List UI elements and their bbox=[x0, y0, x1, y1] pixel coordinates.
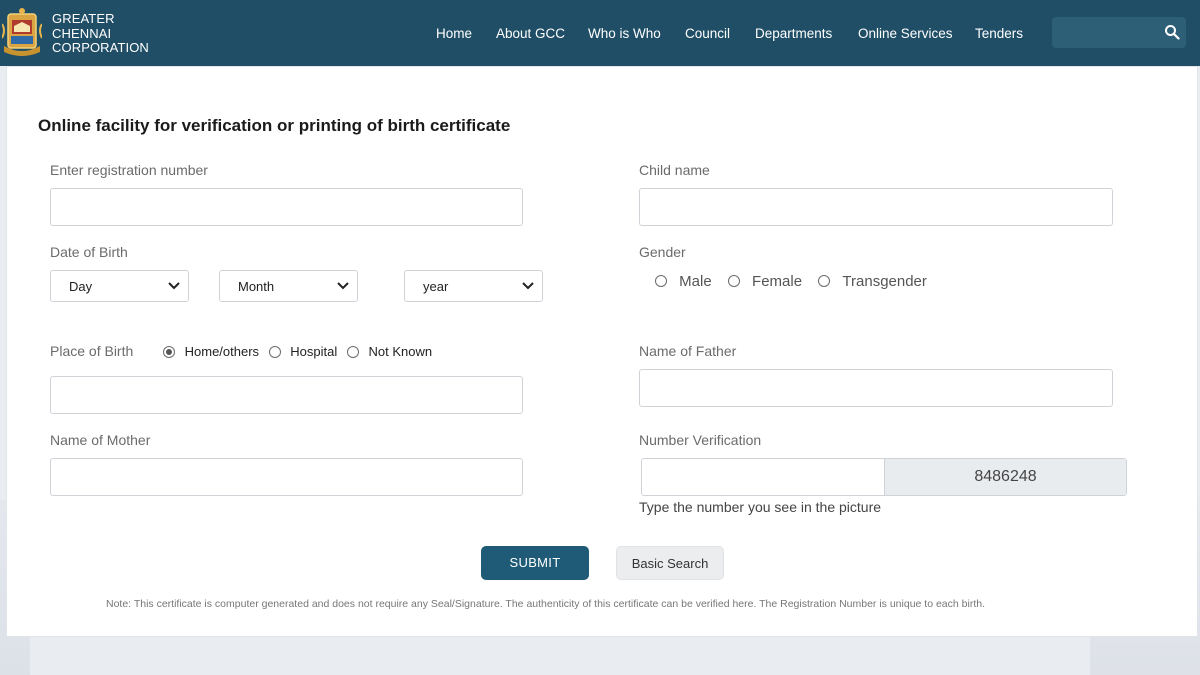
place-radio-home-others[interactable] bbox=[163, 345, 175, 358]
month-select[interactable]: Month bbox=[219, 270, 358, 302]
nav-online-services[interactable]: Online Services bbox=[858, 26, 953, 41]
brand-name[interactable]: GREATER CHENNAI CORPORATION bbox=[52, 11, 149, 56]
nav-home[interactable]: Home bbox=[436, 26, 472, 41]
year-select-value: year bbox=[423, 279, 449, 294]
chevron-down-icon bbox=[168, 282, 180, 290]
gender-female-label: Female bbox=[752, 272, 803, 290]
chevron-down-icon bbox=[337, 282, 349, 290]
day-select-value: Day bbox=[69, 279, 93, 294]
brand-line-3: CORPORATION bbox=[52, 40, 149, 55]
child-name-label: Child name bbox=[639, 162, 710, 178]
date-of-birth-label: Date of Birth bbox=[50, 244, 128, 260]
place-of-birth-radio-group: Home/others Hospital Not Known bbox=[163, 343, 432, 359]
nav-about-gcc[interactable]: About GCC bbox=[496, 26, 565, 41]
registration-number-label: Enter registration number bbox=[50, 162, 208, 178]
captcha-field: 8486248 bbox=[641, 458, 1127, 496]
nav-who-is-who[interactable]: Who is Who bbox=[588, 26, 661, 41]
header-search bbox=[1052, 17, 1186, 48]
place-radio-not-known[interactable] bbox=[346, 345, 359, 358]
place-home-others-label: Home/others bbox=[184, 344, 260, 360]
name-of-mother-input[interactable] bbox=[50, 458, 523, 496]
gcc-emblem-logo[interactable] bbox=[2, 6, 42, 60]
month-select-value: Month bbox=[238, 279, 275, 294]
basic-search-button[interactable]: Basic Search bbox=[616, 546, 724, 580]
brand-line-2: CHENNAI bbox=[52, 25, 112, 41]
registration-number-input[interactable] bbox=[50, 188, 523, 226]
place-hospital-label: Hospital bbox=[290, 344, 338, 360]
chevron-down-icon bbox=[522, 282, 534, 290]
nav-council[interactable]: Council bbox=[685, 26, 730, 41]
place-of-birth-label: Place of Birth bbox=[50, 343, 134, 359]
gender-male-label: Male bbox=[679, 272, 712, 290]
gender-label: Gender bbox=[639, 244, 686, 260]
number-verification-label: Number Verification bbox=[639, 432, 762, 448]
captcha-hint: Type the number you see in the picture bbox=[639, 499, 882, 515]
name-of-mother-label: Name of Mother bbox=[50, 432, 151, 448]
name-of-father-input[interactable] bbox=[639, 369, 1113, 407]
site-header: GREATER CHENNAI CORPORATION Home About G… bbox=[0, 0, 1200, 66]
search-icon[interactable] bbox=[1164, 24, 1180, 40]
place-of-birth-input[interactable] bbox=[50, 376, 523, 414]
name-of-father-label: Name of Father bbox=[639, 343, 737, 359]
year-select[interactable]: year bbox=[404, 270, 543, 302]
form-title: Online facility for verification or prin… bbox=[38, 116, 511, 135]
gender-radio-female[interactable] bbox=[727, 275, 740, 288]
gender-radio-group: Male Female Transgender bbox=[655, 272, 927, 290]
disclaimer-note: Note: This certificate is computer gener… bbox=[106, 598, 985, 610]
gender-radio-male[interactable] bbox=[655, 275, 667, 288]
captcha-input[interactable] bbox=[642, 459, 883, 495]
day-select[interactable]: Day bbox=[50, 270, 189, 302]
nav-departments[interactable]: Departments bbox=[755, 26, 832, 41]
gender-radio-transgender[interactable] bbox=[818, 275, 831, 288]
nav-tenders[interactable]: Tenders bbox=[975, 26, 1023, 41]
place-not-known-label: Not Known bbox=[368, 344, 433, 360]
brand-line-1: GREATER bbox=[52, 11, 115, 26]
search-input[interactable] bbox=[1052, 17, 1162, 48]
submit-button[interactable]: SUBMIT bbox=[481, 546, 589, 580]
captcha-image-number: 8486248 bbox=[884, 459, 1126, 495]
gender-transgender-label: Transgender bbox=[842, 272, 927, 290]
place-radio-hospital[interactable] bbox=[268, 345, 281, 358]
child-name-input[interactable] bbox=[639, 188, 1113, 226]
